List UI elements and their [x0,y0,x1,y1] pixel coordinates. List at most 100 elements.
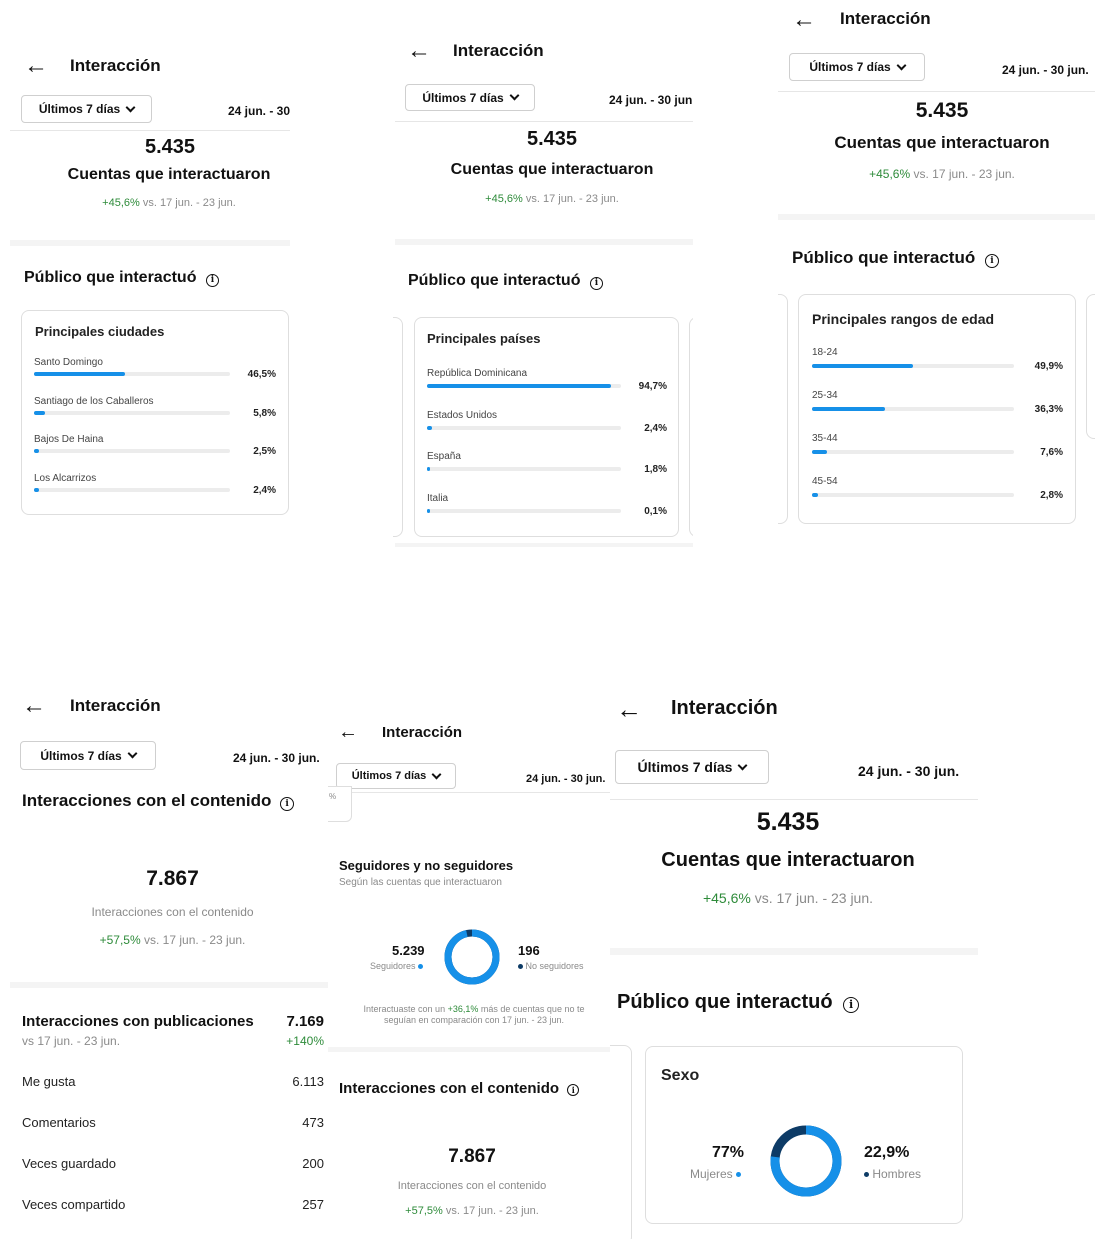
bar-track [812,493,1014,497]
bar-row-pct: 2,4% [644,422,667,434]
audience-title: Público que interactuó i [408,272,603,290]
date-range: 24 jun. - 30 jun. [1002,63,1089,77]
period-dropdown[interactable]: Últimos 7 días [21,95,152,123]
accounts-value: 5.435 [526,128,578,150]
accounts-change: +45,6% vs. 17 jun. - 23 jun. [403,193,693,205]
section-separator [328,1047,620,1052]
change-vs: vs. 17 jun. - 23 jun. [142,197,236,209]
content-title: Interacciones con el contenido i [22,791,295,811]
women-legend: Mujeres [690,1167,742,1181]
period-dropdown[interactable]: Últimos 7 días [615,750,769,784]
info-icon[interactable]: i [205,274,219,287]
bar-fill [427,384,611,388]
followers-value: 5.239 [392,943,425,958]
change-vs: vs. 17 jun. - 23 jun. [913,167,1015,181]
bar-row-pct: 0,1% [644,505,667,517]
panel-gender: ← Interacción Últimos 7 días 24 jun. - 3… [610,680,978,1239]
bar-track [427,467,621,471]
posts-change: +140% [286,1034,324,1048]
content-change: +57,5% vs. 17 jun. - 23 jun. [10,933,330,947]
bar-track [812,407,1014,411]
back-arrow-icon[interactable]: ← [616,696,642,722]
content-row-label: Veces compartido [22,1197,126,1212]
section-separator [10,982,330,988]
date-range: 24 jun. - 30 [228,104,291,118]
audience-title-text: Público que interactuó [792,248,976,267]
back-arrow-icon[interactable]: ← [792,8,816,32]
change-pct: +45,6% [102,197,140,209]
accounts-change: +45,6% vs. 17 jun. - 23 jun. [778,167,1095,181]
bar-row-pct: 2,4% [253,484,276,496]
divider [10,130,290,131]
accounts-label: Cuentas que interactuaron [834,133,1050,152]
divider [610,799,978,800]
info-icon[interactable]: i [843,997,860,1013]
info-icon[interactable]: i [280,797,295,811]
info-icon[interactable]: i [567,1084,580,1096]
gender-donut [770,1125,842,1197]
period-dropdown[interactable]: Últimos 7 días [336,763,456,789]
info-icon[interactable]: i [984,254,999,268]
bar-track [812,364,1014,368]
content-row-value: 473 [302,1115,324,1130]
accounts-value: 5.435 [756,808,820,836]
men-label: Hombres [872,1167,922,1181]
bar-row-label: 18-24 [812,347,838,358]
period-dropdown[interactable]: Últimos 7 días [405,84,535,111]
non-followers-label: No seguidores [525,961,584,971]
prev-card-edge [393,317,403,537]
change-vs: vs. 17 jun. - 23 jun. [144,933,246,947]
bar-track [34,487,230,492]
back-arrow-icon[interactable]: ← [338,722,358,742]
gender-card: Sexo 77% Mujeres 22,9% Hombres [645,1046,963,1224]
content-row-label: Comentarios [22,1115,96,1130]
divider [778,91,1095,92]
non-followers-dot-icon [518,964,523,970]
bar-row-label: República Dominicana [427,368,528,379]
bar-row-label: Santiago de los Caballeros [34,395,154,407]
audience-title: Público que interactuó i [24,269,219,287]
followers-subtitle: Según las cuentas que interactuaron [339,877,502,888]
period-label: Últimos 7 días [637,759,733,775]
change-vs: vs. 17 jun. - 23 jun. [525,193,619,205]
period-label: Últimos 7 días [38,102,121,116]
back-arrow-icon[interactable]: ← [24,54,48,78]
next-card-edge [1086,294,1095,439]
accounts-value: 5.435 [144,136,196,158]
note-pre: Interactuaste con un [363,1004,446,1014]
page-title: Interacción [382,724,463,741]
page-title: Interacción [70,56,161,75]
bar-row-pct: 7,6% [1040,447,1063,458]
note-post: más de cuentas que no te [480,1004,585,1014]
back-arrow-icon[interactable]: ← [22,694,46,718]
bar-track [34,372,230,376]
bar-fill [34,449,39,453]
men-legend: Hombres [864,1167,921,1181]
bar-track [427,425,621,430]
bar-fill [34,487,39,492]
followers-label: Seguidores [370,961,416,971]
accounts-value: 5.435 [915,99,969,122]
bar-fill [427,467,431,471]
bar-track [34,449,230,453]
followers-legend: Seguidores [370,961,424,971]
panel-cities: ← Interacción Últimos 7 días 24 jun. - 3… [0,40,300,540]
chevron-down-icon [896,60,907,70]
bar-row-label: 35-44 [812,433,838,444]
info-icon[interactable]: i [589,277,603,290]
bar-fill [812,493,818,497]
bar-fill [427,425,432,430]
bar-row-label: Los Alcarrizos [34,472,97,484]
posts-title: Interacciones con publicaciones [22,1013,254,1030]
followers-title: Seguidores y no seguidores [339,858,514,873]
ages-card: Principales rangos de edad 18-24 49,9% 25-… [798,294,1076,524]
bar-fill [812,450,828,454]
section-separator [395,239,693,245]
content-value: 7.867 [448,1146,496,1167]
period-dropdown[interactable]: Últimos 7 días [789,53,925,81]
accounts-label: Cuentas que interactuaron [67,166,271,183]
panel-countries: ← Interacción Últimos 7 días 24 jun. - 3… [393,25,693,550]
period-dropdown[interactable]: Últimos 7 días [20,741,156,770]
date-range: 24 jun. - 30 jun [609,93,693,107]
back-arrow-icon[interactable]: ← [407,39,431,63]
